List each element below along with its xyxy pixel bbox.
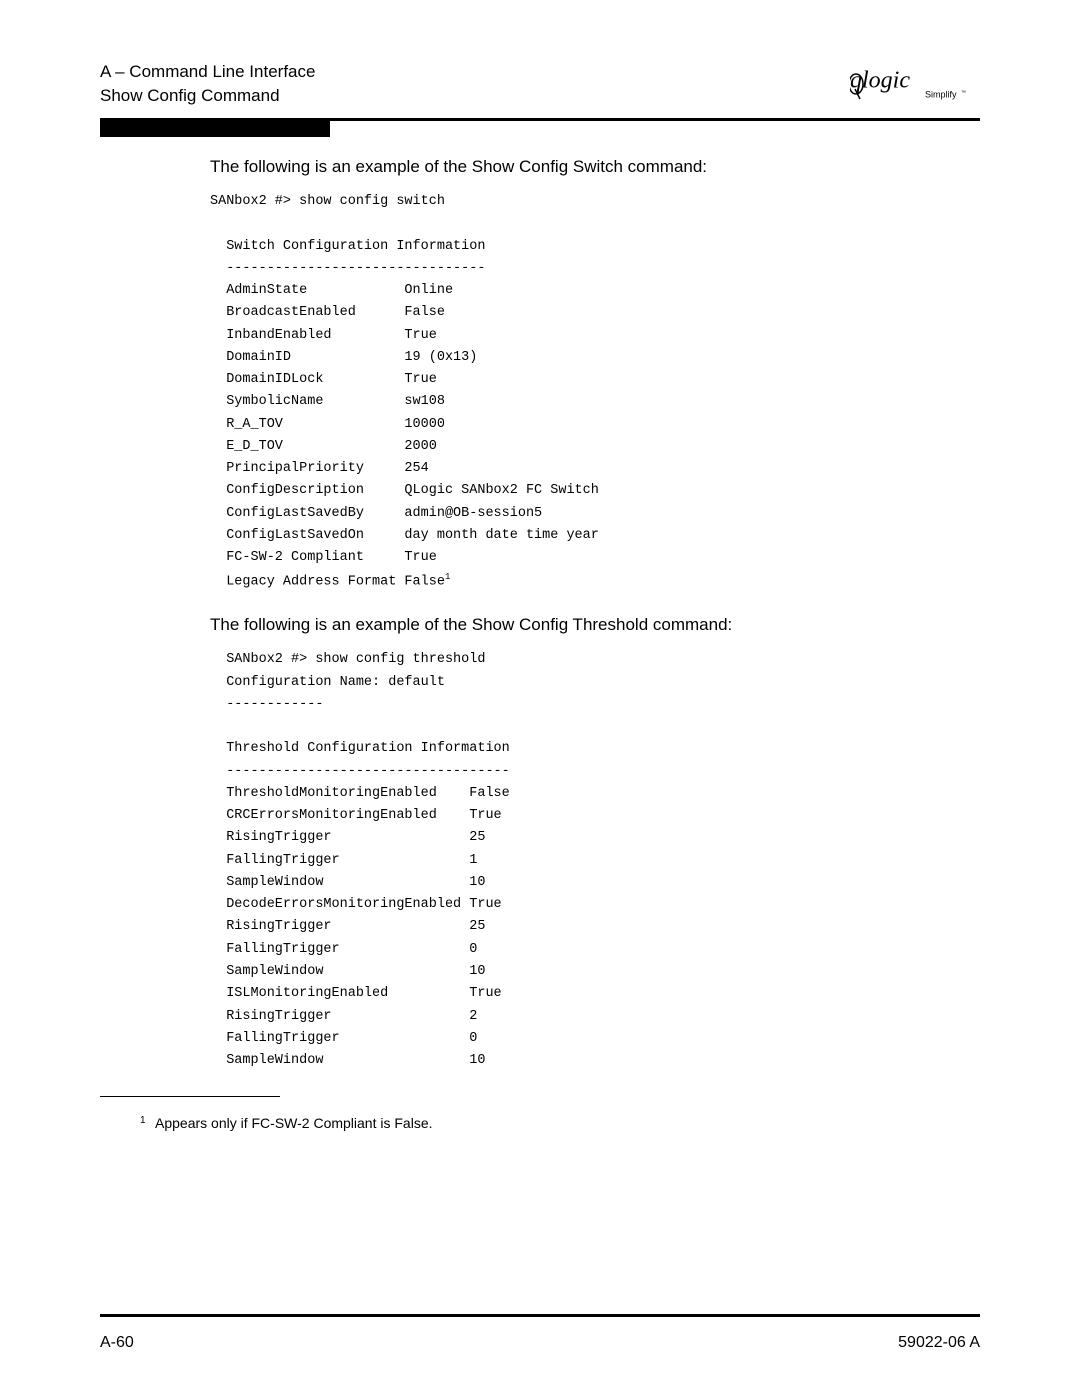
intro-switch: The following is an example of the Show … — [210, 157, 980, 177]
footer-rule — [100, 1314, 980, 1317]
footnote-number: 1 — [140, 1115, 146, 1126]
black-bar — [100, 121, 330, 137]
footnote: 1 Appears only if FC-SW-2 Compliant is F… — [155, 1115, 980, 1131]
page-footer: A-60 59022-06 A — [100, 1334, 980, 1352]
svg-text:Simplify: Simplify — [925, 90, 957, 100]
svg-text:qlogic: qlogic — [850, 68, 910, 94]
qlogic-logo-icon: qlogic Simplify ™ — [850, 60, 980, 110]
footer-page-num: A-60 — [100, 1334, 134, 1352]
svg-text:™: ™ — [961, 90, 966, 96]
cli-output-switch: SANbox2 #> show config switch Switch Con… — [210, 191, 980, 593]
footnote-ref: 1 — [445, 572, 450, 582]
footnote-rule — [100, 1096, 280, 1097]
header-section: A – Command Line Interface — [100, 60, 315, 84]
cli-output-threshold: SANbox2 #> show config threshold Configu… — [210, 649, 980, 1072]
header-subtitle: Show Config Command — [100, 84, 315, 108]
footnote-text: Appears only if FC-SW-2 Compliant is Fal… — [155, 1115, 433, 1131]
page-header: A – Command Line Interface Show Config C… — [100, 60, 980, 110]
intro-threshold: The following is an example of the Show … — [210, 615, 980, 635]
footer-doc-num: 59022-06 A — [898, 1334, 980, 1352]
cli-switch-text: SANbox2 #> show config switch Switch Con… — [210, 194, 599, 589]
brand-logo: qlogic Simplify ™ — [850, 60, 980, 110]
